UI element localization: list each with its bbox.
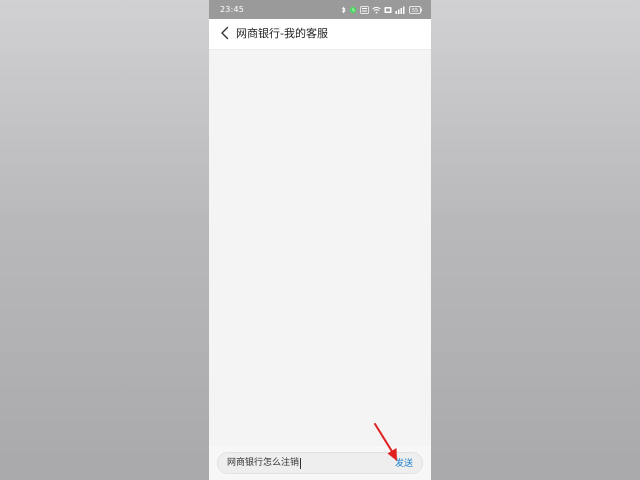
hd-icon: [360, 5, 369, 14]
sim-icon: [384, 6, 392, 14]
signal-icon: [395, 6, 406, 14]
page-title: 网商银行-我的客服: [236, 27, 328, 40]
text-caret: [300, 457, 302, 469]
message-composer: 网商银行怎么注销 发送: [209, 446, 431, 480]
bluetooth-icon: [341, 6, 346, 14]
header: 网商银行-我的客服: [209, 19, 431, 50]
status-icons: 55: [341, 4, 422, 15]
message-input-field[interactable]: 网商银行怎么注销: [227, 457, 302, 469]
back-button[interactable]: [215, 24, 235, 44]
wifi-icon: [372, 6, 381, 14]
phone-screen: 23:45 55 网商银行-我的客服 网商银行怎么注销 发送: [209, 0, 431, 480]
message-input-value: 网商银行怎么注销: [227, 458, 300, 468]
message-input[interactable]: 网商银行怎么注销 发送: [217, 452, 423, 474]
battery-level: 55: [412, 8, 418, 14]
battery-icon: 55: [409, 5, 422, 14]
send-button[interactable]: 发送: [395, 458, 413, 470]
alarm-icon: [349, 6, 357, 14]
chevron-left-icon: [220, 25, 230, 44]
status-bar: 23:45 55: [209, 0, 431, 19]
status-time: 23:45: [220, 5, 245, 14]
chat-message-area[interactable]: [209, 50, 431, 446]
